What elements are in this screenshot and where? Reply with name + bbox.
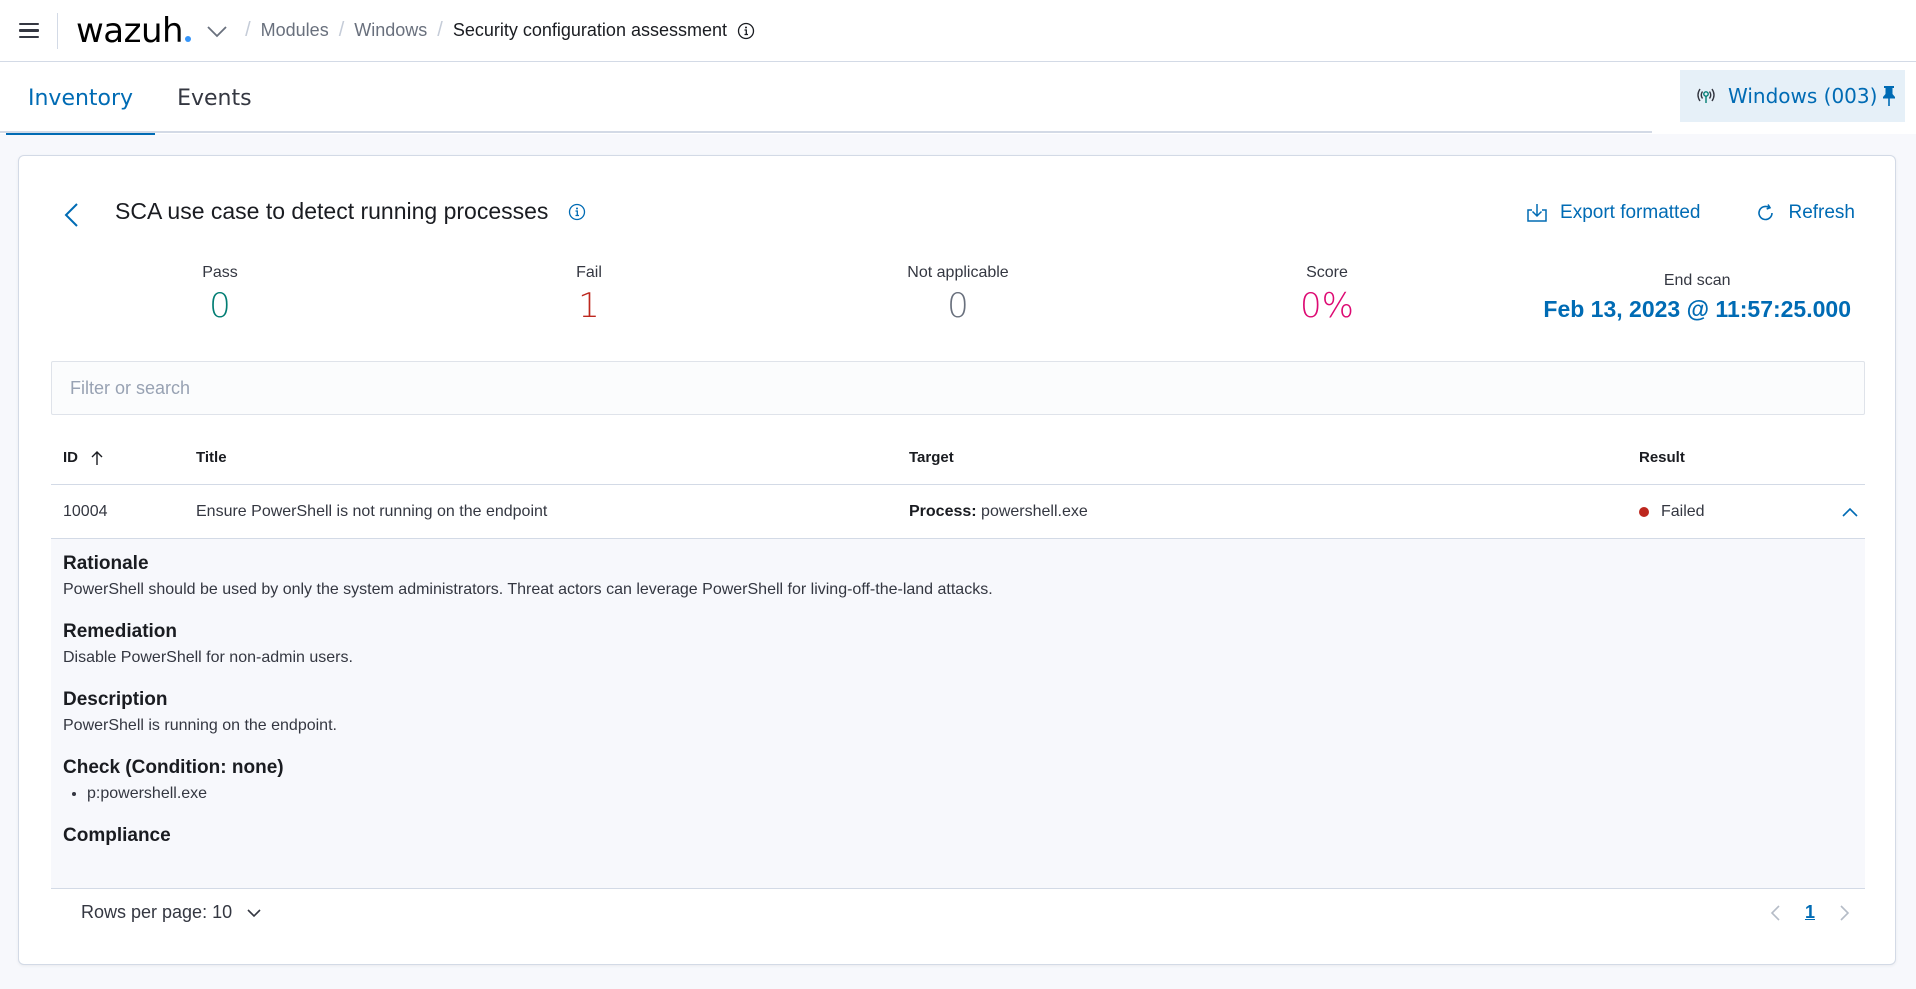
breadcrumb-current: Security configuration assessment xyxy=(452,20,727,40)
section-heading: Rationale xyxy=(63,553,149,574)
table-footer: Rows per page: 10 1 xyxy=(51,896,1865,936)
stat-label: Score xyxy=(1306,264,1348,281)
top-header: wazuh / Modules / Windows / Security con… xyxy=(0,0,1916,62)
stat-score: Score 0% xyxy=(1300,264,1354,326)
chevron-up-icon[interactable] xyxy=(1841,506,1859,518)
export-label: Export formatted xyxy=(1560,202,1701,223)
column-header-result[interactable]: Result xyxy=(1639,449,1685,466)
stat-value: 0% xyxy=(1300,286,1354,326)
refresh-icon xyxy=(1758,204,1774,221)
previous-page-icon[interactable] xyxy=(1769,904,1781,922)
sort-ascending-icon xyxy=(91,451,103,466)
logo-dot xyxy=(185,35,192,42)
back-arrow-icon[interactable] xyxy=(59,200,83,230)
stat-label: Fail xyxy=(576,264,602,281)
export-formatted-button[interactable]: Export formatted xyxy=(1526,202,1700,224)
section-text: Disable PowerShell for non-admin users. xyxy=(63,649,353,666)
cell-id: 10004 xyxy=(63,502,108,520)
chevron-down-icon[interactable] xyxy=(205,19,229,43)
section-heading: Remediation xyxy=(63,621,178,642)
refresh-button[interactable]: Refresh xyxy=(1756,202,1855,224)
breadcrumb-separator: / xyxy=(437,19,443,41)
stat-label: Not applicable xyxy=(907,264,1009,281)
refresh-label: Refresh xyxy=(1788,202,1855,223)
next-page-icon[interactable] xyxy=(1839,904,1851,922)
check-section: Check (Condition: none) p:powershell.exe xyxy=(63,757,1853,803)
rows-per-page-label: Rows per page: 10 xyxy=(81,902,233,922)
section-heading: Compliance xyxy=(63,825,171,846)
column-header-title[interactable]: Title xyxy=(196,449,227,466)
hamburger-icon xyxy=(18,22,39,39)
row-details: Rationale PowerShell should be used by o… xyxy=(51,539,1865,889)
rows-per-page-selector[interactable]: Rows per page: 10 xyxy=(81,902,262,923)
stat-value: 0 xyxy=(947,286,969,326)
section-heading: Check (Condition: none) xyxy=(63,757,284,778)
breadcrumb-separator: / xyxy=(245,19,251,41)
info-icon[interactable] xyxy=(737,22,755,40)
check-item: p:powershell.exe xyxy=(87,785,1853,803)
stat-fail: Fail 1 xyxy=(576,264,602,326)
column-label: ID xyxy=(63,448,78,466)
breadcrumb-windows[interactable]: Windows xyxy=(354,20,427,41)
check-list: p:powershell.exe xyxy=(63,785,1853,803)
filter-search-input[interactable] xyxy=(51,361,1865,415)
tabs: Inventory Events xyxy=(6,62,274,135)
pin-icon[interactable] xyxy=(1881,85,1897,107)
agent-selector[interactable]: Windows (003) xyxy=(1680,70,1905,122)
table-row[interactable]: 10004 Ensure PowerShell is not running o… xyxy=(51,485,1865,539)
agent-label: Windows (003) xyxy=(1728,84,1878,108)
breadcrumb-separator: / xyxy=(338,19,345,41)
end-scan-value: Feb 13, 2023 @ 11:57:25.000 xyxy=(1543,296,1851,322)
page-button-1[interactable]: 1 xyxy=(1805,902,1815,923)
stat-label: Pass xyxy=(202,264,238,281)
policy-title: SCA use case to detect running processes xyxy=(115,198,586,225)
end-scan: End scan Feb 13, 2023 @ 11:57:25.000 xyxy=(1543,272,1851,323)
cell-title: Ensure PowerShell is not running on the … xyxy=(196,502,548,520)
stat-value: 0 xyxy=(209,286,231,326)
stat-not-applicable: Not applicable 0 xyxy=(907,264,1008,326)
tabs-row: Inventory Events xyxy=(0,62,1916,135)
table-header: ID Title Target Result xyxy=(51,431,1865,485)
breadcrumb-modules[interactable]: Modules xyxy=(261,20,329,41)
info-icon[interactable] xyxy=(568,203,586,221)
column-header-target[interactable]: Target xyxy=(909,449,954,466)
tabs-divider xyxy=(0,131,1652,133)
compliance-section: Compliance xyxy=(63,825,1853,847)
description-section: Description PowerShell is running on the… xyxy=(63,689,1853,735)
download-icon xyxy=(1527,204,1547,222)
menu-button[interactable] xyxy=(0,12,58,49)
cell-target: Process: powershell.exe xyxy=(909,503,1088,521)
checks-table: ID Title Target Result 10004 Ensure Powe… xyxy=(51,431,1865,889)
remediation-section: Remediation Disable PowerShell for non-a… xyxy=(63,621,1853,667)
tab-inventory[interactable]: Inventory xyxy=(6,62,156,135)
result-text: Failed xyxy=(1661,502,1705,520)
wazuh-logo[interactable]: wazuh xyxy=(76,10,192,51)
tab-events[interactable]: Events xyxy=(155,62,274,134)
section-text: PowerShell is running on the endpoint. xyxy=(63,717,337,734)
target-label: Process: xyxy=(909,502,977,520)
stat-value: 1 xyxy=(578,286,600,326)
rationale-section: Rationale PowerShell should be used by o… xyxy=(63,553,1853,599)
target-value: powershell.exe xyxy=(981,502,1088,520)
section-text: PowerShell should be used by only the sy… xyxy=(63,581,993,598)
card-actions: Export formatted Refresh xyxy=(1526,202,1855,224)
logo-text: wazuh xyxy=(76,10,184,51)
agent-antenna-icon xyxy=(1697,88,1715,103)
section-heading: Description xyxy=(63,689,168,710)
stat-pass: Pass 0 xyxy=(202,264,238,326)
policy-title-text: SCA use case to detect running processes xyxy=(115,198,549,224)
chevron-down-icon xyxy=(247,908,261,917)
column-header-id[interactable]: ID xyxy=(63,449,104,466)
pagination: 1 xyxy=(1769,902,1851,923)
sca-policy-card: SCA use case to detect running processes… xyxy=(18,155,1896,965)
failed-status-dot xyxy=(1639,506,1649,517)
cell-result: Failed xyxy=(1639,503,1705,521)
end-scan-label: End scan xyxy=(1663,272,1731,289)
